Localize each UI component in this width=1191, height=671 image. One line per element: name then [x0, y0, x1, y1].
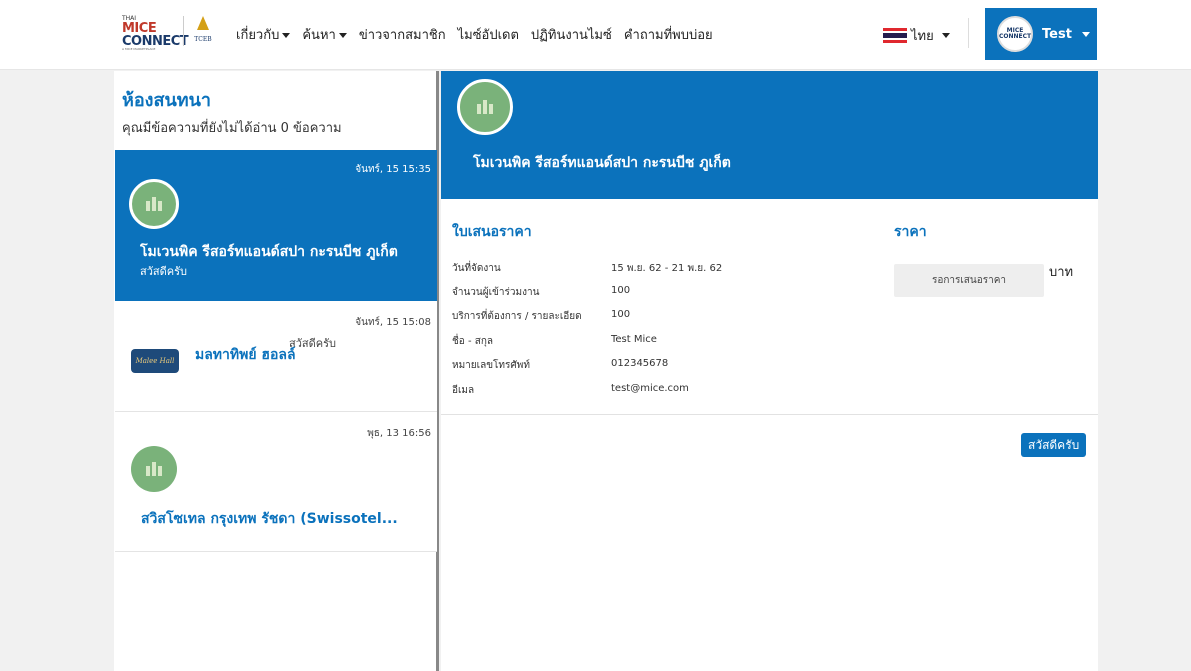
message-bubble[interactable]: สวัสดีครับ [1021, 433, 1087, 457]
caret-down-icon [1081, 31, 1090, 37]
nav-item-search[interactable]: ค้นหา [302, 24, 347, 45]
user-menu-button[interactable]: MICE CONNECT Test [985, 8, 1097, 60]
nav-item-mice-calendar[interactable]: ปฏิทินงานไมซ์ [531, 24, 612, 45]
detail-row-email: อีเมล test@mice.com [452, 383, 689, 398]
detail-value: 100 [611, 309, 631, 320]
user-avatar: MICE CONNECT [997, 16, 1033, 52]
price-heading: ราคา [894, 224, 927, 240]
hotel-logo-text: Malee Hall [135, 357, 175, 365]
quotation-card: ใบเสนอราคา ราคา วันที่จัดงาน 15 พ.ย. 62 -… [441, 205, 1098, 415]
caret-down-icon [338, 33, 347, 38]
thai-flag-icon [883, 27, 907, 44]
nav-label: ข่าวจากสมาชิก [358, 28, 446, 43]
avatar-text: MICE CONNECT [998, 27, 1032, 40]
conversation-title: โมเวนพิค รีสอร์ทแอนด์สปา กะรนบีช ภูเก็ต [473, 155, 731, 171]
detail-row-services: บริการที่ต้องการ / รายละเอียด 100 [452, 309, 630, 324]
nav-label: คำถามที่พบบ่อย [623, 28, 713, 43]
language-label: ไทย [911, 29, 934, 44]
chat-list-panel: ห้องสนทนา คุณมีข้อความที่ยังไม่ได้อ่าน 0… [114, 71, 439, 671]
header-divider [968, 18, 969, 48]
tceb-label: TCEB [194, 36, 212, 43]
building-icon [131, 446, 177, 492]
chat-name: สวิสโซเทล กรุงเทพ รัชดา (Swissotel... [141, 511, 398, 527]
building-icon [457, 79, 513, 135]
chat-preview: สวัสดีครับ [140, 265, 187, 278]
conversation-header: โมเวนพิค รีสอร์ทแอนด์สปา กะรนบีช ภูเก็ต [441, 71, 1098, 199]
detail-value: 100 [611, 285, 631, 296]
nav-item-member-news[interactable]: ข่าวจากสมาชิก [359, 24, 446, 45]
conversation-panel: โมเวนพิค รีสอร์ทแอนด์สปา กะรนบีช ภูเก็ต … [441, 71, 1098, 671]
chat-item-active[interactable]: จันทร์, 15 15:35 โมเวนพิค รีสอร์ทแอนด์สป… [115, 150, 437, 301]
user-name: Test [1042, 26, 1072, 42]
detail-label: บริการที่ต้องการ / รายละเอียด [452, 311, 582, 322]
detail-value: test@mice.com [611, 383, 689, 394]
detail-label: ชื่อ - สกุล [452, 336, 494, 347]
hotel-logo: Malee Hall [131, 349, 179, 373]
price-status-box: รอการเสนอราคา [894, 264, 1044, 297]
detail-label: อีเมล [452, 385, 475, 396]
logo-main-text: MICE CONNECT [122, 22, 189, 48]
tceb-logo[interactable]: TCEB [191, 16, 215, 48]
caret-down-icon [941, 33, 950, 38]
top-navbar: THAI MICE CONNECT A MICE MARKETPLACE TCEB… [0, 0, 1191, 70]
detail-value: 012345678 [611, 358, 669, 369]
detail-row-date: วันที่จัดงาน 15 พ.ย. 62 - 21 พ.ย. 62 [452, 261, 722, 276]
chat-preview: สวัสดีครับ [289, 337, 336, 350]
chat-time: พุธ, 13 16:56 [367, 428, 431, 439]
language-selector[interactable]: ไทย [883, 25, 950, 46]
chat-name: โมเวนพิค รีสอร์ทแอนด์สปา กะรนบีช ภูเก็ต [140, 244, 398, 260]
detail-value: 15 พ.ย. 62 - 21 พ.ย. 62 [611, 263, 723, 274]
nav-item-mice-update[interactable]: ไมซ์อัปเดต [458, 24, 519, 45]
detail-label: จำนวนผู้เข้าร่วมงาน [452, 287, 540, 298]
detail-label: วันที่จัดงาน [452, 263, 501, 274]
currency-label: บาท [1049, 265, 1074, 280]
detail-value: Test Mice [611, 334, 657, 345]
nav-label: เกี่ยวกับ [236, 28, 280, 43]
chat-item[interactable]: พุธ, 13 16:56 สวิสโซเทล กรุงเทพ รัชดา (S… [115, 412, 437, 552]
thai-mice-connect-logo[interactable]: THAI MICE CONNECT A MICE MARKETPLACE [122, 16, 189, 51]
tceb-mark-icon [197, 16, 209, 30]
chat-time: จันทร์, 15 15:08 [355, 317, 431, 328]
building-icon [129, 179, 179, 229]
detail-row-name: ชื่อ - สกุล Test Mice [452, 334, 657, 349]
nav-label: ไมซ์อัปเดต [457, 28, 519, 43]
unread-count: คุณมีข้อความที่ยังไม่ได้อ่าน 0 ข้อความ [122, 121, 342, 136]
detail-label: หมายเลขโทรศัพท์ [452, 360, 530, 371]
nav-label: ค้นหา [302, 28, 336, 43]
nav-item-about[interactable]: เกี่ยวกับ [236, 24, 291, 45]
chat-item[interactable]: จันทร์, 15 15:08 Malee Hall มลทาทิพย์ ฮอ… [115, 301, 437, 412]
main-nav: เกี่ยวกับ ค้นหา ข่าวจากสมาชิก ไมซ์อัปเดต… [236, 24, 713, 45]
logo-divider [183, 16, 184, 46]
nav-item-faq[interactable]: คำถามที่พบบ่อย [624, 24, 713, 45]
chat-name: มลทาทิพย์ ฮอลล์ [195, 347, 296, 363]
chat-time: จันทร์, 15 15:35 [355, 164, 431, 175]
quotation-heading: ใบเสนอราคา [452, 224, 532, 240]
nav-label: ปฏิทินงานไมซ์ [530, 28, 612, 43]
detail-row-phone: หมายเลขโทรศัพท์ 012345678 [452, 358, 668, 373]
caret-down-icon [282, 33, 291, 38]
chat-list-title: ห้องสนทนา [122, 90, 212, 111]
detail-row-attendees: จำนวนผู้เข้าร่วมงาน 100 [452, 285, 630, 300]
